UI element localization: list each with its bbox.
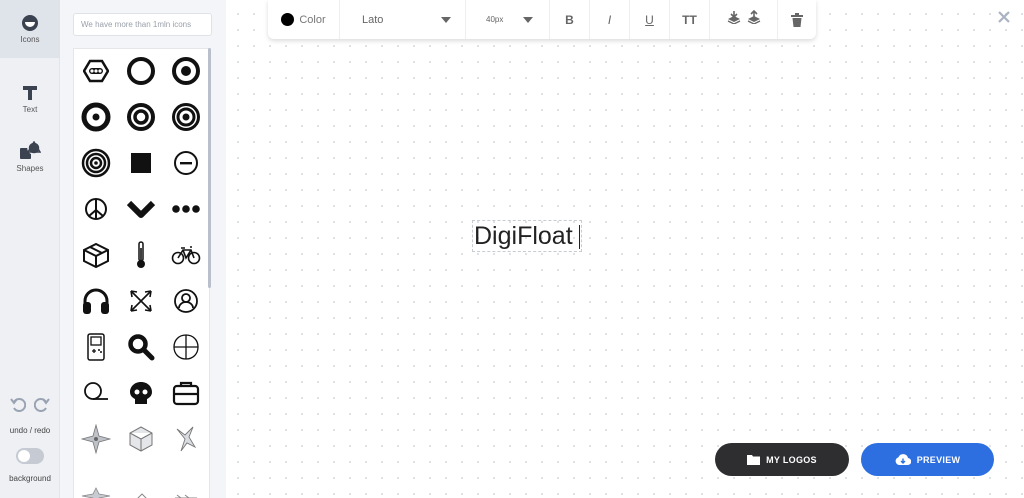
concentric-target-icon[interactable] — [74, 141, 118, 185]
preview-label: PREVIEW — [916, 454, 961, 465]
isometric-cube-icon[interactable] — [119, 417, 163, 461]
preview-button[interactable]: PREVIEW — [861, 443, 994, 476]
chevron-down-icon — [523, 16, 533, 23]
close-button[interactable] — [997, 10, 1011, 24]
crossed-arrows-icon[interactable] — [119, 279, 163, 323]
color-label: Color — [299, 13, 326, 26]
folder-icon — [747, 455, 761, 465]
magnifier-icon[interactable] — [119, 325, 163, 369]
layer-down-icon — [747, 9, 760, 25]
color-swatch — [281, 13, 295, 26]
triple-ring-icon[interactable] — [164, 95, 208, 139]
icon-grid-scrollbar[interactable] — [208, 48, 211, 288]
text-caret — [579, 225, 580, 249]
redo-button[interactable] — [33, 396, 50, 417]
uppercase-icon: TT — [682, 12, 697, 27]
ring-icon[interactable] — [119, 49, 163, 93]
trash-icon — [791, 12, 803, 27]
font-size-value: 40px — [486, 15, 504, 24]
icon-grid — [73, 48, 210, 498]
text-toolbar: Color Lato 40px B I U TT — [268, 0, 816, 39]
canvas-text-element[interactable]: DigiFloat — [472, 220, 582, 252]
design-canvas[interactable] — [226, 0, 1024, 498]
chevron-down-icon — [441, 16, 451, 23]
close-icon — [998, 11, 1010, 23]
rail-item-shapes[interactable]: Shapes — [0, 128, 60, 186]
rail-item-label: Icons — [20, 35, 40, 44]
square-icon[interactable] — [119, 141, 163, 185]
layer-order-group — [710, 0, 778, 39]
underline-icon: U — [645, 12, 654, 27]
shapes-icon — [20, 141, 41, 159]
italic-icon: I — [607, 12, 612, 27]
undo-button[interactable] — [10, 396, 27, 417]
left-rail: Icons Text Shapes undo / redo background — [0, 0, 60, 498]
delete-button[interactable] — [778, 0, 816, 39]
peace-sign-icon[interactable] — [74, 187, 118, 231]
undo-redo-label: undo / redo — [9, 426, 51, 435]
layer-up-icon — [727, 11, 740, 25]
hexagon-dots-icon[interactable] — [74, 49, 118, 93]
three-dots-icon[interactable] — [164, 187, 208, 231]
double-ring-icon[interactable] — [119, 95, 163, 139]
italic-button[interactable]: I — [590, 0, 630, 39]
undo-icon — [10, 398, 27, 412]
text-icon — [23, 86, 37, 100]
partial-icon[interactable] — [74, 463, 118, 498]
user-circle-icon[interactable] — [164, 279, 208, 323]
background-label: background — [9, 474, 51, 483]
target-dot-icon[interactable] — [74, 95, 118, 139]
headphones-icon[interactable] — [74, 279, 118, 323]
cloud-download-icon — [895, 453, 911, 465]
icons-icon — [22, 15, 38, 31]
icon-panel — [60, 0, 226, 498]
gameboy-icon[interactable] — [74, 325, 118, 369]
four-petal-icon[interactable] — [164, 325, 208, 369]
icon-search-input[interactable] — [73, 13, 212, 36]
briefcase-icon[interactable] — [164, 371, 208, 415]
my-logos-label: MY LOGOS — [766, 454, 817, 465]
uppercase-button[interactable]: TT — [670, 0, 710, 39]
undo-redo-group — [0, 396, 60, 417]
underline-button[interactable]: U — [630, 0, 670, 39]
rail-item-text[interactable]: Text — [0, 70, 60, 128]
my-logos-button[interactable]: MY LOGOS — [715, 443, 849, 476]
minus-circle-icon[interactable] — [164, 141, 208, 185]
bicycle-icon[interactable] — [164, 233, 208, 277]
redo-icon — [33, 398, 50, 412]
background-toggle[interactable] — [16, 448, 44, 464]
compass-star-icon[interactable] — [74, 417, 118, 461]
rail-item-icons[interactable]: Icons — [0, 0, 60, 58]
font-family-select[interactable]: Lato — [340, 0, 466, 39]
bring-forward-button[interactable] — [727, 10, 741, 29]
partial-icon[interactable] — [119, 463, 163, 498]
origami-bird-icon[interactable] — [164, 417, 208, 461]
chevron-down-icon[interactable] — [119, 187, 163, 231]
font-size-select[interactable]: 40px — [466, 0, 550, 39]
speech-circle-icon[interactable] — [74, 371, 118, 415]
rail-item-label: Shapes — [16, 164, 44, 173]
font-family-value: Lato — [362, 13, 384, 26]
skull-icon[interactable] — [119, 371, 163, 415]
rail-item-label: Text — [22, 105, 38, 114]
box-icon[interactable] — [74, 233, 118, 277]
bold-button[interactable]: B — [550, 0, 590, 39]
color-picker-button[interactable]: Color — [268, 0, 340, 39]
bullseye-icon[interactable] — [164, 49, 208, 93]
partial-icon[interactable] — [164, 463, 208, 498]
toggle-knob — [18, 450, 30, 462]
bold-icon: B — [565, 12, 574, 27]
thermometer-icon[interactable] — [119, 233, 163, 277]
send-backward-button[interactable] — [747, 9, 761, 29]
